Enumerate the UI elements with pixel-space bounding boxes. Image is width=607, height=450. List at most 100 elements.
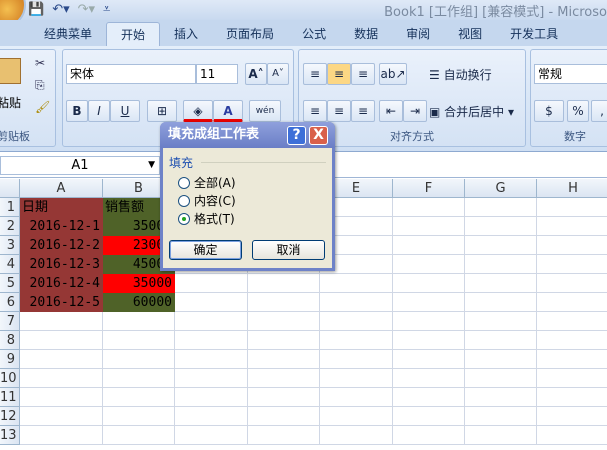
cell[interactable]: [537, 331, 607, 350]
cell[interactable]: [537, 274, 607, 293]
cell[interactable]: [320, 350, 393, 369]
cell-sales[interactable]: 35000: [103, 274, 175, 293]
row-header-10[interactable]: 10: [0, 369, 20, 388]
column-header-g[interactable]: G: [465, 179, 537, 198]
cell[interactable]: [248, 350, 320, 369]
cell[interactable]: [103, 426, 175, 445]
cell[interactable]: [393, 331, 465, 350]
cell[interactable]: [393, 217, 465, 236]
cell[interactable]: [465, 236, 537, 255]
row-header-12[interactable]: 12: [0, 407, 20, 426]
cell[interactable]: [248, 388, 320, 407]
cell[interactable]: [393, 426, 465, 445]
cell[interactable]: [465, 293, 537, 312]
tab-insert[interactable]: 插入: [160, 22, 212, 46]
bottom-align-icon[interactable]: ≡: [351, 63, 375, 85]
cell[interactable]: [537, 388, 607, 407]
tab-formulas[interactable]: 公式: [288, 22, 340, 46]
font-name-select[interactable]: 宋体: [66, 64, 196, 84]
cell[interactable]: [320, 426, 393, 445]
cell[interactable]: [465, 217, 537, 236]
bold-button[interactable]: B: [66, 100, 88, 122]
grow-font-button[interactable]: A˄: [245, 63, 267, 85]
cell[interactable]: [248, 312, 320, 331]
cell[interactable]: [465, 274, 537, 293]
cell[interactable]: [537, 426, 607, 445]
align-left-icon[interactable]: ≡: [303, 100, 327, 122]
cell[interactable]: [393, 369, 465, 388]
top-align-icon[interactable]: ≡: [303, 63, 327, 85]
tab-home[interactable]: 开始: [106, 22, 161, 46]
cell[interactable]: [465, 350, 537, 369]
cell[interactable]: [393, 407, 465, 426]
paste-button[interactable]: 粘贴: [0, 94, 21, 111]
tab-review[interactable]: 审阅: [392, 22, 444, 46]
cell[interactable]: [537, 369, 607, 388]
cell[interactable]: [175, 350, 248, 369]
cell[interactable]: [320, 407, 393, 426]
radio-circle[interactable]: [178, 194, 190, 207]
cell[interactable]: [103, 312, 175, 331]
cell-date[interactable]: 2016-12-4: [20, 274, 103, 293]
cell[interactable]: [175, 293, 248, 312]
cell[interactable]: [537, 350, 607, 369]
cell[interactable]: [465, 388, 537, 407]
cell[interactable]: [20, 407, 103, 426]
cell[interactable]: [20, 369, 103, 388]
close-button[interactable]: X: [309, 126, 328, 145]
tab-page-layout[interactable]: 页面布局: [212, 22, 288, 46]
cell[interactable]: [175, 426, 248, 445]
merge-center-button[interactable]: ▣ 合并后居中 ▾: [429, 103, 514, 120]
cell[interactable]: [537, 236, 607, 255]
cell[interactable]: [320, 388, 393, 407]
cell[interactable]: [103, 331, 175, 350]
radio-formats[interactable]: 格式(T): [178, 210, 235, 227]
tab-developer[interactable]: 开发工具: [496, 22, 572, 46]
cell-date[interactable]: 日期: [20, 198, 103, 217]
row-header-4[interactable]: 4: [0, 255, 20, 274]
cell[interactable]: [537, 198, 607, 217]
cell[interactable]: [465, 369, 537, 388]
middle-align-icon[interactable]: ≡: [327, 63, 351, 85]
cell[interactable]: [465, 255, 537, 274]
cell[interactable]: [320, 293, 393, 312]
comma-button[interactable]: ,: [591, 100, 607, 122]
cell[interactable]: [103, 369, 175, 388]
increase-indent-icon[interactable]: ⇥: [403, 100, 427, 122]
column-header-f[interactable]: F: [393, 179, 465, 198]
cell[interactable]: [537, 407, 607, 426]
row-header-1[interactable]: 1: [0, 198, 20, 217]
cell[interactable]: [393, 236, 465, 255]
row-header-11[interactable]: 11: [0, 388, 20, 407]
copy-icon[interactable]: ⎘: [35, 78, 45, 93]
cell-date[interactable]: 2016-12-1: [20, 217, 103, 236]
cell[interactable]: [103, 388, 175, 407]
cell[interactable]: [248, 293, 320, 312]
row-header-3[interactable]: 3: [0, 236, 20, 255]
cell[interactable]: [393, 350, 465, 369]
cell[interactable]: [393, 312, 465, 331]
cell[interactable]: [537, 217, 607, 236]
cell[interactable]: [537, 255, 607, 274]
cell[interactable]: [537, 293, 607, 312]
radio-circle[interactable]: [178, 176, 190, 189]
row-header-6[interactable]: 6: [0, 293, 20, 312]
cell[interactable]: [103, 407, 175, 426]
shrink-font-button[interactable]: A˅: [267, 63, 289, 85]
paste-icon[interactable]: [0, 58, 21, 84]
cell[interactable]: [393, 255, 465, 274]
font-size-select[interactable]: 11: [196, 64, 238, 84]
cell[interactable]: [248, 407, 320, 426]
save-icon[interactable]: 💾: [28, 2, 44, 17]
cell[interactable]: [465, 198, 537, 217]
tab-view[interactable]: 视图: [444, 22, 496, 46]
cell[interactable]: [175, 274, 248, 293]
cell[interactable]: [465, 407, 537, 426]
cut-icon[interactable]: ✂: [35, 56, 45, 70]
fill-color-icon[interactable]: ◈: [183, 100, 213, 122]
select-all-corner[interactable]: [0, 179, 20, 198]
cell[interactable]: [103, 350, 175, 369]
chevron-down-icon[interactable]: ▼: [148, 157, 155, 174]
row-header-2[interactable]: 2: [0, 217, 20, 236]
cell[interactable]: [20, 350, 103, 369]
